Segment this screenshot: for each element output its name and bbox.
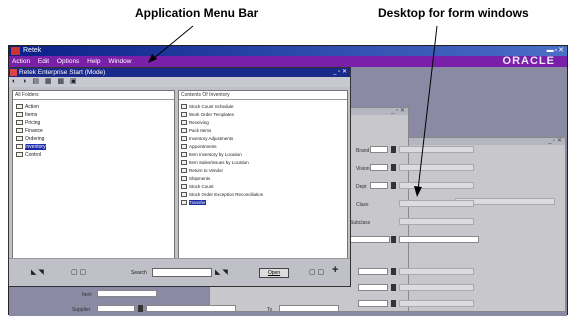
- arrow-to-menu-bar-head: [148, 54, 157, 63]
- screenshot: Application Menu Bar Desktop for form wi…: [0, 0, 574, 318]
- arrow-to-menu-bar: [152, 25, 194, 60]
- arrow-to-desktop-head: [414, 186, 422, 197]
- arrow-to-desktop: [417, 25, 438, 191]
- annotation-arrows: [148, 25, 438, 197]
